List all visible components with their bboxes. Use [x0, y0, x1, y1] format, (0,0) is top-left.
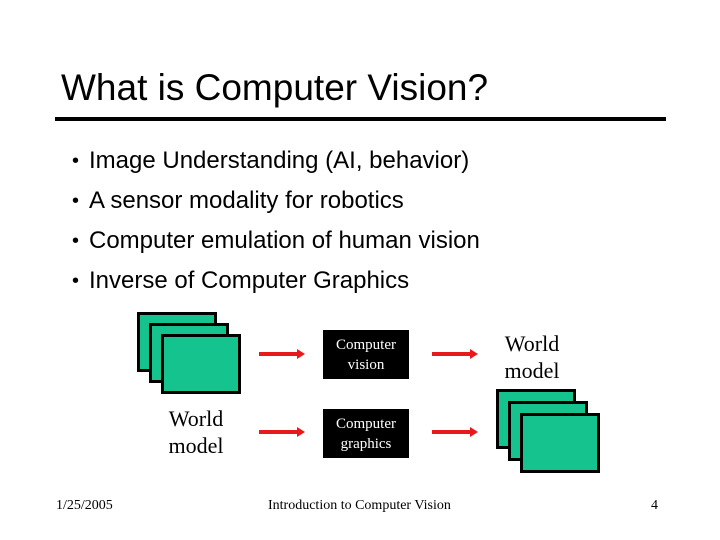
- label-line: model: [504, 358, 560, 383]
- computer-graphics-box: Computer graphics: [323, 409, 409, 458]
- bullet-marker: •: [72, 270, 80, 292]
- bullet-text: Image Understanding (AI, behavior): [89, 147, 470, 174]
- arrow-shaft: [259, 430, 297, 434]
- image-frame-front: [520, 413, 600, 473]
- image-frame-front: [161, 334, 241, 394]
- world-model-label-top: World model: [492, 330, 572, 384]
- arrow-shaft: [432, 430, 470, 434]
- bullet-text: Inverse of Computer Graphics: [89, 267, 410, 294]
- footer-date: 1/25/2005: [56, 498, 113, 513]
- box-line: Computer: [336, 415, 396, 432]
- world-model-label-bottom: World model: [156, 405, 236, 459]
- arrow-shaft: [432, 352, 470, 356]
- label-line: model: [168, 433, 224, 458]
- slide: What is Computer Vision? • Image Underst…: [0, 0, 720, 540]
- arrow-head: [470, 427, 478, 437]
- box-line: vision: [347, 356, 385, 373]
- label-line: World: [504, 331, 560, 356]
- bullet-text: A sensor modality for robotics: [89, 187, 404, 214]
- footer-page-number: 4: [651, 498, 658, 513]
- arrow-head: [297, 427, 305, 437]
- bullet-marker: •: [72, 150, 80, 172]
- arrow-head: [297, 349, 305, 359]
- box-line: Computer: [336, 336, 396, 353]
- bullet-marker: •: [72, 190, 80, 212]
- title-divider: [55, 117, 666, 121]
- slide-title: What is Computer Vision?: [61, 67, 489, 108]
- bullet-text: Computer emulation of human vision: [89, 227, 480, 254]
- footer-course-title: Introduction to Computer Vision: [268, 498, 451, 513]
- bullet-marker: •: [72, 230, 80, 252]
- arrow-shaft: [259, 352, 297, 356]
- label-line: World: [168, 406, 224, 431]
- box-line: graphics: [340, 435, 392, 452]
- computer-vision-box: Computer vision: [323, 330, 409, 379]
- arrow-head: [470, 349, 478, 359]
